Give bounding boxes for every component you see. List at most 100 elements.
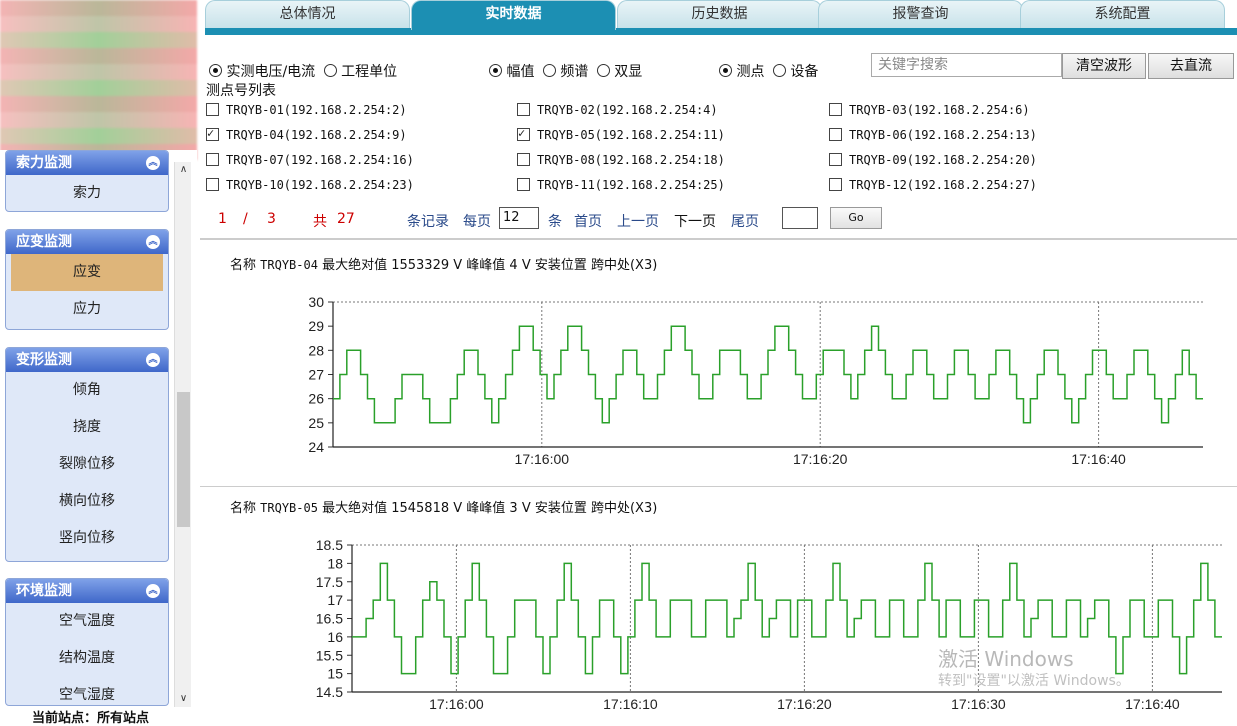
chart-1: 17:16:00 17:16:20 17:16:40 24 25 26 27 28 29 30	[308, 294, 1203, 467]
y-tick-label: 18.5	[316, 537, 343, 553]
sidebar-scrollbar[interactable]: ∧ ∨	[174, 162, 191, 707]
point-item[interactable]: TRQYB-05(192.168.2.254:11)	[517, 126, 725, 142]
checkbox[interactable]	[517, 103, 530, 116]
point-item[interactable]: TRQYB-01(192.168.2.254:2)	[206, 103, 407, 117]
point-item[interactable]: TRQYB-07(192.168.2.254:16)	[206, 153, 414, 167]
group-title: 索力监测	[16, 155, 72, 171]
first-page-link[interactable]: 首页	[574, 211, 602, 231]
clear-waveform-button[interactable]: 清空波形	[1062, 53, 1146, 79]
tab-history[interactable]: 历史数据	[617, 0, 822, 28]
scope-radio-group: 测点 设备	[719, 61, 818, 81]
tab-alarms[interactable]: 报警查询	[818, 0, 1023, 28]
checkbox[interactable]	[829, 178, 842, 191]
group-header[interactable]: 环境监测 ︽	[6, 579, 168, 603]
radio-label: 实测电压/电流	[226, 64, 316, 80]
x-tick-label: 17:16:10	[603, 696, 658, 712]
sidebar-item-vertical[interactable]: 竖向位移	[6, 520, 168, 557]
checkbox[interactable]	[206, 178, 219, 191]
tab-settings[interactable]: 系统配置	[1020, 0, 1225, 28]
prev-page-link[interactable]: 上一页	[617, 211, 659, 231]
watermark-line2: 转到"设置"以激活 Windows。	[938, 673, 1130, 689]
checkbox[interactable]	[517, 126, 530, 141]
total-prefix: 共	[313, 214, 327, 230]
collapse-icon[interactable]: ︽	[146, 353, 160, 367]
sidebar-item-humidity[interactable]: 空气湿度	[6, 677, 168, 705]
last-page-link[interactable]: 尾页	[731, 211, 759, 231]
group-header[interactable]: 索力监测 ︽	[6, 151, 168, 175]
records-label: 条记录	[407, 214, 449, 230]
radio-spectrum[interactable]	[542, 64, 556, 77]
sidebar-item-lateral[interactable]: 横向位移	[6, 483, 168, 520]
scroll-up-icon[interactable]: ∧	[175, 162, 192, 178]
collapse-icon[interactable]: ︽	[146, 584, 160, 598]
point-label: TRQYB-11(192.168.2.254:25)	[537, 178, 725, 192]
group-environment: 环境监测 ︽ 空气温度 结构温度 空气湿度	[5, 578, 169, 706]
radio-amplitude[interactable]	[489, 64, 502, 77]
point-item[interactable]: TRQYB-12(192.168.2.254:27)	[829, 178, 1037, 192]
sidebar-item-strain[interactable]: 应变	[11, 254, 163, 291]
checkbox[interactable]	[517, 153, 530, 166]
scroll-thumb[interactable]	[177, 392, 190, 527]
remove-dc-button[interactable]: 去直流	[1148, 53, 1234, 79]
tab-overview[interactable]: 总体情况	[205, 0, 410, 28]
x-tick-label: 17:16:20	[793, 451, 848, 467]
point-item[interactable]: TRQYB-10(192.168.2.254:23)	[206, 178, 414, 192]
y-tick-label: 15.5	[316, 647, 343, 663]
checkbox[interactable]	[829, 103, 842, 116]
checkbox[interactable]	[206, 126, 219, 141]
point-label: TRQYB-03(192.168.2.254:6)	[849, 103, 1030, 117]
point-item[interactable]: TRQYB-02(192.168.2.254:4)	[517, 103, 718, 117]
avatar	[0, 0, 197, 160]
group-title: 应变监测	[16, 234, 72, 250]
x-tick-label: 17:16:30	[951, 696, 1006, 712]
checkbox[interactable]	[829, 128, 842, 141]
sidebar-item-struct-temp[interactable]: 结构温度	[6, 640, 168, 677]
checkbox[interactable]	[206, 103, 219, 116]
scroll-down-icon[interactable]: ∨	[175, 691, 192, 707]
group-strain: 应变监测 ︽ 应变 应力	[5, 229, 169, 330]
collapse-icon[interactable]: ︽	[146, 235, 160, 249]
y-tick-label: 29	[308, 318, 324, 334]
point-label: TRQYB-09(192.168.2.254:20)	[849, 153, 1037, 167]
point-label: TRQYB-02(192.168.2.254:4)	[537, 103, 718, 117]
x-tick-label: 17:16:00	[515, 451, 570, 467]
sidebar-item-air-temp[interactable]: 空气温度	[6, 603, 168, 640]
point-list-title: 测点号列表	[206, 83, 276, 99]
radio-label: 双显	[614, 64, 643, 80]
per-page-input[interactable]: 12	[499, 207, 539, 229]
chart-panel-1: 名称 TRQYB-04 最大绝对值 1553329 V 峰峰值 4 V 安装位置…	[200, 240, 1237, 485]
search-input[interactable]: 关键字搜索	[871, 53, 1062, 77]
sidebar-item-crack[interactable]: 裂隙位移	[6, 446, 168, 483]
y-tick-label: 17.5	[316, 574, 343, 590]
point-item[interactable]: TRQYB-03(192.168.2.254:6)	[829, 103, 1030, 117]
checkbox[interactable]	[517, 178, 530, 191]
next-page-link[interactable]: 下一页	[674, 211, 716, 231]
tab-realtime[interactable]: 实时数据	[411, 0, 616, 30]
point-label: TRQYB-05(192.168.2.254:11)	[537, 128, 725, 142]
sidebar-item-deflection[interactable]: 挠度	[6, 409, 168, 446]
sidebar-item-tilt[interactable]: 倾角	[6, 372, 168, 409]
point-item[interactable]: TRQYB-08(192.168.2.254:18)	[517, 153, 725, 167]
group-cable-force: 索力监测 ︽ 索力	[5, 150, 169, 212]
radio-device[interactable]	[772, 64, 786, 77]
collapse-icon[interactable]: ︽	[146, 156, 160, 170]
tab-underline	[205, 28, 1237, 35]
radio-point[interactable]	[719, 64, 732, 77]
point-item[interactable]: TRQYB-04(192.168.2.254:9)	[206, 126, 407, 142]
total-pages: 3	[267, 211, 276, 227]
point-item[interactable]: TRQYB-06(192.168.2.254:13)	[829, 128, 1037, 142]
radio-label: 频谱	[560, 64, 589, 80]
goto-page-input[interactable]	[782, 207, 818, 229]
group-header[interactable]: 变形监测 ︽	[6, 348, 168, 372]
go-button[interactable]: Go	[830, 207, 882, 229]
sidebar-item-cable-force[interactable]: 索力	[6, 175, 168, 212]
radio-engineering[interactable]	[323, 64, 337, 77]
group-header[interactable]: 应变监测 ︽	[6, 230, 168, 254]
checkbox[interactable]	[206, 153, 219, 166]
sidebar-item-stress[interactable]: 应力	[6, 291, 168, 328]
radio-dual[interactable]	[596, 64, 610, 77]
radio-voltage[interactable]	[209, 64, 222, 77]
point-item[interactable]: TRQYB-11(192.168.2.254:25)	[517, 178, 725, 192]
point-item[interactable]: TRQYB-09(192.168.2.254:20)	[829, 153, 1037, 167]
checkbox[interactable]	[829, 153, 842, 166]
